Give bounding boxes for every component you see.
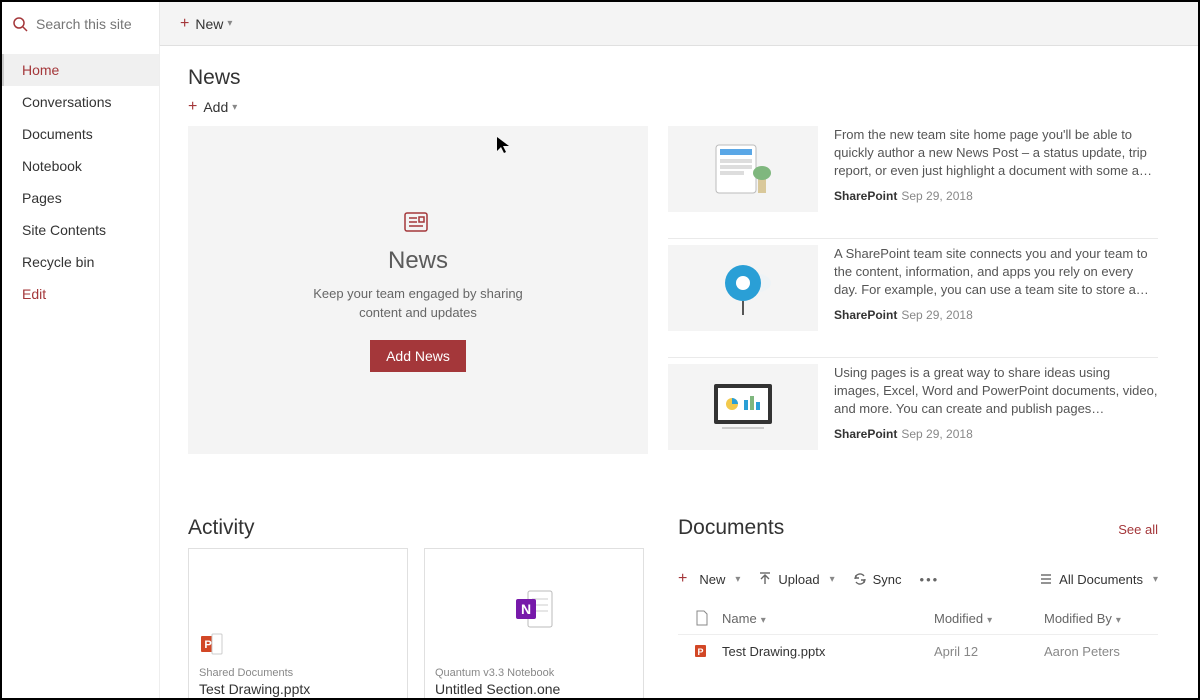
- activity-card[interactable]: N Quantum v3.3 Notebook Untitled Section…: [424, 548, 644, 698]
- news-add-button[interactable]: + Add ▾: [188, 98, 1158, 116]
- news-excerpt: Using pages is a great way to share idea…: [834, 364, 1158, 419]
- file-icon: [695, 610, 709, 626]
- documents-new-button[interactable]: +New▾: [678, 570, 740, 588]
- news-meta: SharePointSep 29, 2018: [834, 308, 1158, 322]
- news-icon: [404, 208, 432, 239]
- sidebar-item-documents[interactable]: Documents: [2, 118, 159, 150]
- documents-section-title: Documents: [678, 516, 784, 540]
- chevron-down-icon: ▾: [1153, 574, 1158, 585]
- news-excerpt: A SharePoint team site connects you and …: [834, 245, 1158, 300]
- news-item[interactable]: A SharePoint team site connects you and …: [668, 238, 1158, 351]
- news-add-label: Add: [203, 99, 228, 115]
- documents-more-button[interactable]: •••: [920, 572, 940, 587]
- chevron-down-icon: ▾: [735, 574, 740, 585]
- chevron-down-icon: ▾: [830, 574, 835, 585]
- news-section-title: News: [188, 66, 1158, 90]
- news-item[interactable]: From the new team site home page you'll …: [668, 126, 1158, 232]
- see-all-link[interactable]: See all: [1118, 522, 1158, 537]
- news-excerpt: From the new team site home page you'll …: [834, 126, 1158, 181]
- documents-view-switcher[interactable]: All Documents▾: [1039, 572, 1158, 587]
- documents-toolbar: +New▾ Upload▾ Sync ••• All Documents▾: [678, 564, 1158, 594]
- row-name: Test Drawing.pptx: [722, 644, 934, 659]
- news-list: From the new team site home page you'll …: [668, 126, 1158, 476]
- chevron-down-icon: ▾: [1116, 615, 1121, 626]
- chevron-down-icon: ▾: [232, 102, 237, 113]
- news-item[interactable]: Using pages is a great way to share idea…: [668, 357, 1158, 470]
- ellipsis-icon: •••: [920, 572, 940, 587]
- row-modified-by: Aaron Peters: [1044, 644, 1154, 659]
- plus-icon: +: [188, 98, 197, 116]
- upload-icon: [758, 572, 772, 586]
- row-modified: April 12: [934, 644, 1044, 659]
- sidebar: Home Conversations Documents Notebook Pa…: [2, 46, 160, 698]
- sidebar-item-home[interactable]: Home: [2, 54, 159, 86]
- main-content: News + Add ▾ News Keep your team engaged…: [160, 46, 1198, 698]
- new-button[interactable]: + New ▾: [180, 15, 232, 33]
- svg-text:P: P: [204, 639, 211, 651]
- documents-table: Name▾ Modified▾ Modified By▾ P Test Draw…: [678, 602, 1158, 667]
- documents-upload-button[interactable]: Upload▾: [758, 572, 834, 587]
- powerpoint-icon: P: [682, 643, 722, 659]
- topbar-actions: + New ▾: [160, 15, 252, 33]
- news-hero-desc: Keep your team engaged by sharing conten…: [298, 285, 538, 321]
- topbar: + New ▾: [2, 2, 1198, 46]
- search-input[interactable]: [36, 16, 149, 32]
- view-icon: [1039, 572, 1053, 586]
- news-thumb-monitor: [668, 364, 818, 450]
- news-meta: SharePointSep 29, 2018: [834, 189, 1158, 203]
- news-thumb-bulb: [668, 245, 818, 331]
- search-icon: [12, 16, 28, 32]
- sidebar-item-pages[interactable]: Pages: [2, 182, 159, 214]
- news-hero-title: News: [388, 247, 448, 275]
- sync-icon: [853, 572, 867, 586]
- column-name[interactable]: Name▾: [722, 611, 934, 626]
- column-modified-by[interactable]: Modified By▾: [1044, 611, 1154, 626]
- svg-text:P: P: [697, 647, 703, 657]
- activity-card-library: Quantum v3.3 Notebook: [435, 667, 633, 679]
- news-meta: SharePointSep 29, 2018: [834, 427, 1158, 441]
- powerpoint-icon: P: [199, 632, 223, 659]
- svg-text:N: N: [521, 601, 531, 617]
- plus-icon: +: [180, 15, 189, 33]
- activity-card[interactable]: P Shared Documents Test Drawing.pptx: [188, 548, 408, 698]
- table-row[interactable]: P Test Drawing.pptx April 12 Aaron Peter…: [678, 635, 1158, 667]
- sidebar-item-site-contents[interactable]: Site Contents: [2, 214, 159, 246]
- activity-card-name: Untitled Section.one: [435, 681, 633, 697]
- documents-sync-button[interactable]: Sync: [853, 572, 902, 587]
- search-box[interactable]: [2, 2, 160, 46]
- plus-icon: +: [678, 570, 687, 588]
- chevron-down-icon: ▾: [761, 615, 766, 626]
- sidebar-item-conversations[interactable]: Conversations: [2, 86, 159, 118]
- table-header: Name▾ Modified▾ Modified By▾: [678, 602, 1158, 635]
- news-thumb-tablet: [668, 126, 818, 212]
- sidebar-item-notebook[interactable]: Notebook: [2, 150, 159, 182]
- chevron-down-icon: ▾: [227, 18, 232, 29]
- sidebar-item-recycle-bin[interactable]: Recycle bin: [2, 246, 159, 278]
- activity-section-title: Activity: [188, 516, 648, 540]
- add-news-button[interactable]: Add News: [370, 340, 466, 372]
- activity-section: Activity P Shared Documents Test Drawing…: [188, 516, 648, 698]
- column-modified[interactable]: Modified▾: [934, 611, 1044, 626]
- sidebar-edit[interactable]: Edit: [2, 278, 159, 310]
- chevron-down-icon: ▾: [987, 615, 992, 626]
- news-section: News + Add ▾ News Keep your team engaged…: [188, 66, 1158, 476]
- documents-section: Documents See all +New▾ Upload▾ Sync •••…: [678, 516, 1158, 698]
- news-hero: News Keep your team engaged by sharing c…: [188, 126, 648, 454]
- activity-card-name: Test Drawing.pptx: [199, 681, 397, 697]
- onenote-icon: N: [512, 587, 556, 634]
- activity-card-library: Shared Documents: [199, 667, 397, 679]
- new-label: New: [195, 16, 223, 32]
